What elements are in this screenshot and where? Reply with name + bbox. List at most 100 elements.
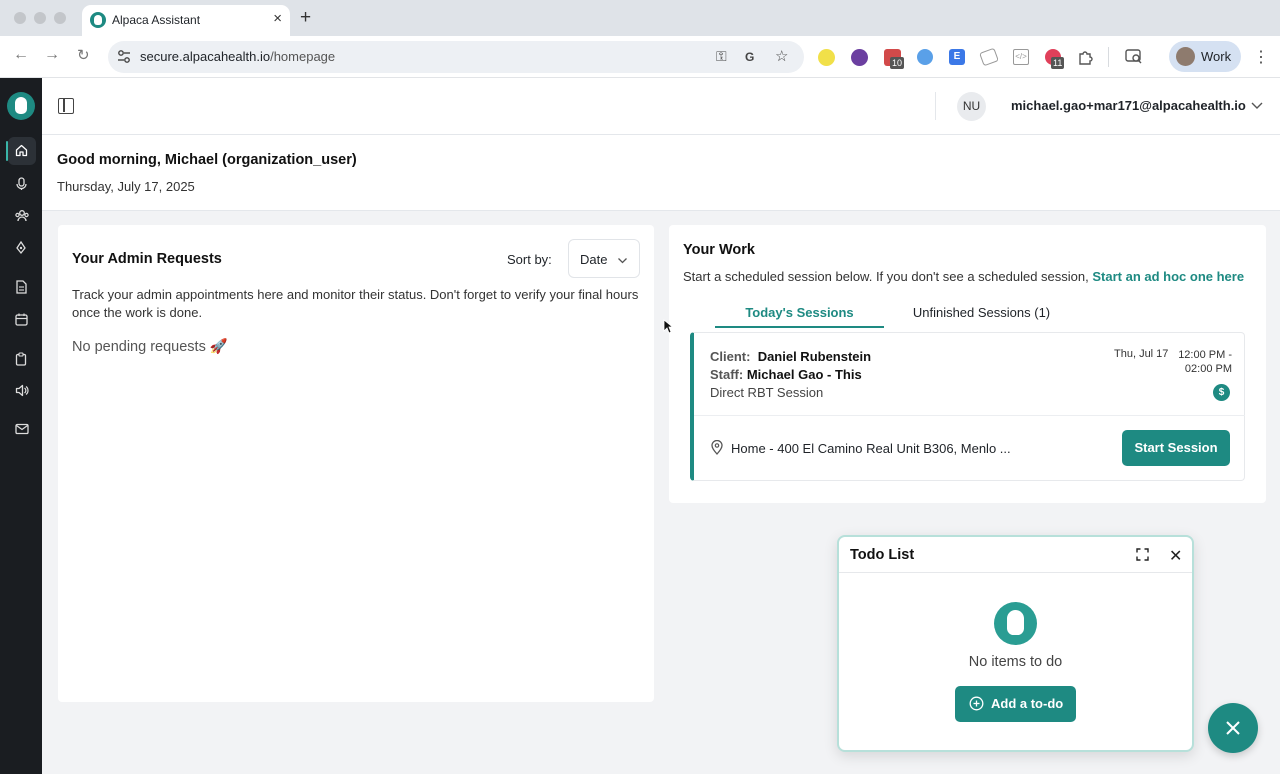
- extension-badge: 11: [1051, 57, 1065, 69]
- sort-value: Date: [580, 252, 608, 267]
- header-divider: [935, 92, 936, 120]
- user-email[interactable]: michael.gao+mar171@alpacahealth.io: [1011, 98, 1246, 113]
- microphone-icon: [16, 177, 27, 190]
- browser-toolbar: ← → ↻ secure.alpacahealth.io/homepage ⚿ …: [0, 36, 1280, 78]
- window-close-dot[interactable]: [14, 12, 26, 24]
- bookmark-star-icon[interactable]: ☆: [775, 47, 788, 65]
- todo-list-panel: Todo List ✕ No items to do Add a to-do: [837, 535, 1194, 752]
- speaker-icon: [15, 384, 29, 397]
- code-extension-icon[interactable]: </>: [1013, 49, 1029, 65]
- tab-unfinished-sessions[interactable]: Unfinished Sessions (1): [884, 297, 1079, 328]
- start-session-button[interactable]: Start Session: [1122, 430, 1230, 466]
- grey-extension-icon[interactable]: [979, 47, 999, 67]
- start-adhoc-link[interactable]: Start an ad hoc one here: [1092, 269, 1244, 284]
- alpaca-logo-icon[interactable]: [7, 92, 35, 120]
- user-avatar[interactable]: NU: [957, 92, 986, 121]
- reload-icon[interactable]: ↻: [77, 46, 90, 64]
- session-client: Client: Daniel Rubenstein: [710, 349, 871, 364]
- admin-requests-empty: No pending requests 🚀: [72, 339, 228, 355]
- alpaca-favicon-icon: [90, 12, 106, 28]
- site-info-icon[interactable]: [117, 49, 131, 65]
- clipboard-icon: [15, 352, 27, 366]
- your-work-description: Start a scheduled session below. If you …: [683, 269, 1244, 284]
- document-icon: [16, 280, 27, 294]
- session-card[interactable]: Client: Daniel Rubenstein Staff: Michael…: [690, 332, 1245, 481]
- purple-extension-icon[interactable]: [851, 49, 868, 66]
- admin-requests-card: Your Admin Requests Sort by: Date Track …: [58, 225, 654, 702]
- browser-menu-icon[interactable]: ⋮: [1253, 47, 1269, 67]
- app-sidebar: [0, 78, 42, 774]
- app-header: NU michael.gao+mar171@alpacahealth.io: [42, 78, 1280, 135]
- mouse-cursor-icon: [663, 319, 673, 334]
- tab-title: Alpaca Assistant: [112, 13, 201, 27]
- back-arrow-icon[interactable]: ←: [13, 46, 29, 64]
- new-tab-button[interactable]: +: [300, 7, 311, 29]
- staff-name: Michael Gao - This: [746, 367, 862, 382]
- greeting-date: Thursday, July 17, 2025: [57, 179, 195, 194]
- admin-requests-description: Track your admin appointments here and m…: [72, 287, 639, 320]
- chevron-down-icon[interactable]: [1250, 98, 1264, 112]
- plus-circle-icon: [969, 696, 984, 711]
- your-work-card: Your Work Start a scheduled session belo…: [669, 225, 1266, 503]
- url-domain: secure.alpacahealth.io: [140, 49, 271, 64]
- key-icon[interactable]: ⚿: [716, 48, 727, 65]
- session-staff: Staff: Michael Gao - This: [710, 367, 862, 382]
- sidebar-item-recording[interactable]: [0, 170, 42, 198]
- window-minimize-dot[interactable]: [34, 12, 46, 24]
- location-pin-icon: [711, 440, 723, 455]
- sidebar-item-clipboard[interactable]: [0, 345, 42, 373]
- browser-tab-active[interactable]: Alpaca Assistant ×: [82, 5, 290, 36]
- close-icon: [1226, 721, 1240, 735]
- profile-button[interactable]: Work: [1169, 41, 1241, 72]
- e-extension-icon[interactable]: E: [949, 49, 965, 65]
- todo-toggle-fab[interactable]: [1208, 703, 1258, 753]
- session-time: 12:00 PM - 02:00 PM: [1178, 349, 1232, 375]
- sidebar-item-documents[interactable]: [0, 273, 42, 301]
- session-address: Home - 400 El Camino Real Unit B306, Men…: [731, 441, 1011, 456]
- tab-search-icon[interactable]: [1125, 48, 1143, 65]
- expand-icon[interactable]: [1136, 548, 1149, 561]
- sidebar-toggle-icon[interactable]: [58, 98, 74, 114]
- sidebar-item-clients[interactable]: [0, 202, 42, 230]
- session-type: Direct RBT Session: [710, 385, 824, 400]
- url-path: /homepage: [270, 49, 336, 64]
- sun-extension-icon[interactable]: [818, 49, 835, 66]
- tab-todays-sessions[interactable]: Today's Sessions: [715, 297, 884, 328]
- todo-divider: [839, 572, 1192, 573]
- toolbar-divider: [1108, 47, 1109, 67]
- billable-dollar-icon: $: [1213, 384, 1230, 401]
- todo-empty-message: No items to do: [968, 654, 1063, 670]
- profile-avatar: [1176, 47, 1195, 66]
- sort-select[interactable]: Date: [568, 239, 640, 278]
- sidebar-item-home[interactable]: [0, 137, 42, 165]
- profile-label: Work: [1201, 49, 1232, 64]
- sidebar-item-calendar[interactable]: [0, 306, 42, 334]
- staff-label: Staff:: [710, 367, 744, 382]
- sidebar-item-goals[interactable]: [0, 234, 42, 262]
- url-text[interactable]: secure.alpacahealth.io/homepage: [140, 49, 335, 64]
- add-todo-button[interactable]: Add a to-do: [955, 686, 1076, 722]
- puzzle-icon[interactable]: [1077, 48, 1094, 65]
- admin-requests-title: Your Admin Requests: [72, 251, 222, 267]
- tab-close-icon[interactable]: ×: [273, 10, 282, 27]
- extension-badge: 10: [890, 57, 905, 69]
- todo-list-title: Todo List: [850, 547, 915, 563]
- blue-extension-icon[interactable]: [917, 49, 933, 65]
- close-icon[interactable]: ✕: [1169, 546, 1182, 566]
- sidebar-item-messages[interactable]: [0, 416, 42, 444]
- session-divider: [694, 415, 1245, 416]
- sidebar-item-announcements[interactable]: [0, 377, 42, 405]
- session-date: Thu, Jul 17: [1114, 348, 1169, 360]
- sidebar-active-indicator: [6, 141, 8, 161]
- forward-arrow-icon[interactable]: →: [44, 46, 60, 64]
- add-todo-label: Add a to-do: [991, 696, 1064, 711]
- chevron-down-icon: [618, 258, 627, 264]
- home-icon: [15, 144, 28, 157]
- translate-icon[interactable]: G: [745, 50, 754, 64]
- address-bar[interactable]: secure.alpacahealth.io/homepage ⚿ G ☆: [108, 41, 804, 73]
- pen-tool-icon: [16, 241, 26, 255]
- sort-label: Sort by:: [507, 252, 552, 267]
- browser-tab-bar: Alpaca Assistant × +: [0, 0, 1280, 36]
- window-zoom-dot[interactable]: [54, 12, 66, 24]
- calendar-icon: [15, 313, 28, 326]
